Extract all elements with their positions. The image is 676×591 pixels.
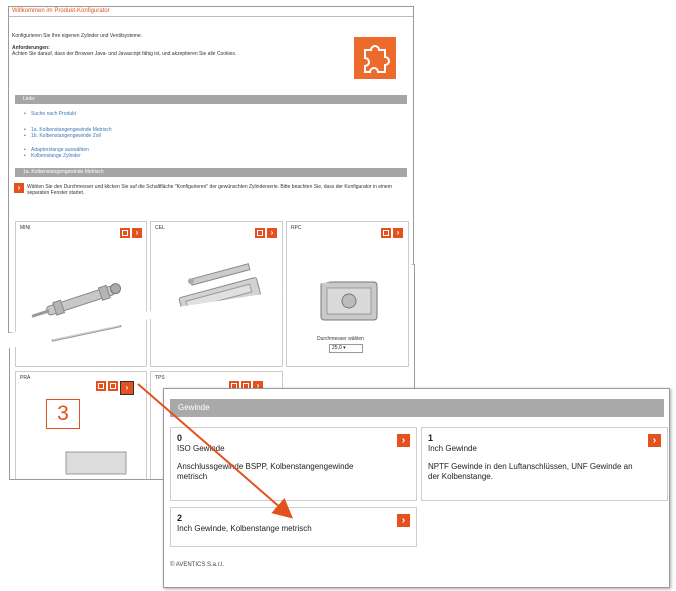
catalog-icon[interactable] [381,228,391,238]
intro-text: Konfigurieren Sie Ihre eigenen Zylinder … [12,33,143,39]
option-number: 0 [177,433,183,443]
product-card-mini: MINI › [15,221,147,332]
links-section-bar: Links [15,95,407,104]
link-search-product[interactable]: Suche nach Produkt [24,111,76,117]
cylinder-image [31,283,122,318]
diameter-value: 25,0 [332,345,342,351]
link-inch-thread[interactable]: 1b. Kolbenstangengewinde Zoll [24,133,101,139]
card-name: RPC [291,225,302,231]
card-name: PRA [20,375,31,381]
configure-button[interactable]: › [393,228,403,238]
link-piston-rod[interactable]: Kolbenstange Zylinder [24,153,81,159]
links-section-title: Links [23,96,35,102]
product-card-pra: PRA › [15,371,147,479]
thread-section-bar: Gewinde [170,399,664,417]
select-option-button[interactable]: › [397,514,410,527]
thread-option-0: 0 ISO Gewinde Anschlussgewinde BSPP, Kol… [170,427,417,501]
chevron-right-icon: › [14,183,24,193]
option-number: 1 [428,433,434,443]
select-option-button[interactable]: › [397,434,410,447]
catalog-icon[interactable] [120,228,130,238]
configure-button[interactable]: › [267,228,277,238]
option-title: Inch Gewinde, Kolbenstange metrisch [177,524,312,533]
option-description: NPTF Gewinde in den Luftanschlüssen, UNF… [428,462,633,481]
select-option-button[interactable]: › [648,434,661,447]
requirements-text: Achten Sie darauf, dass der Browser Java… [12,51,237,57]
configure-button[interactable]: › [132,228,142,238]
cylinder-image [65,451,127,475]
option-description: Anschlussgewinde BSPP, Kolbenstangengewi… [177,462,354,481]
option-title: Inch Gewinde [428,444,477,453]
thread-selection-panel: Gewinde 0 ISO Gewinde Anschlussgewinde B… [163,388,670,588]
page-title: Willkommen im Produkt-Konfigurator [12,8,110,14]
metric-section-title: 1a. Kolbenstangengewinde Metrisch [23,169,104,175]
instruction-text: Wählen Sie den Durchmesser und klicken S… [27,184,392,196]
catalog-icon[interactable] [96,381,106,391]
thread-section-title: Gewinde [178,403,210,412]
panel-header: Willkommen im Produkt-Konfigurator [9,7,413,17]
option-title: ISO Gewinde [177,444,225,453]
step-number-badge: 3 [46,399,80,429]
diameter-select[interactable]: 25,0 ▾ [329,344,363,353]
card-name: CEL [155,225,165,231]
card-name: TPS [155,375,165,381]
catalog-icon[interactable] [255,228,265,238]
thread-option-1: 1 Inch Gewinde NPTF Gewinde in den Lufta… [421,427,668,501]
metric-section-bar: 1a. Kolbenstangengewinde Metrisch [15,168,407,177]
diameter-label: Durchmesser wählen [317,336,364,342]
thread-option-2: 2 Inch Gewinde, Kolbenstange metrisch › [170,507,417,547]
puzzle-icon [354,37,396,79]
catalog-icon[interactable] [108,381,118,391]
option-number: 2 [177,513,183,523]
copyright-text: © AVENTICS S.a.r.l. [170,562,224,568]
card-name: MINI [20,225,31,231]
configure-button[interactable]: › [120,381,134,395]
